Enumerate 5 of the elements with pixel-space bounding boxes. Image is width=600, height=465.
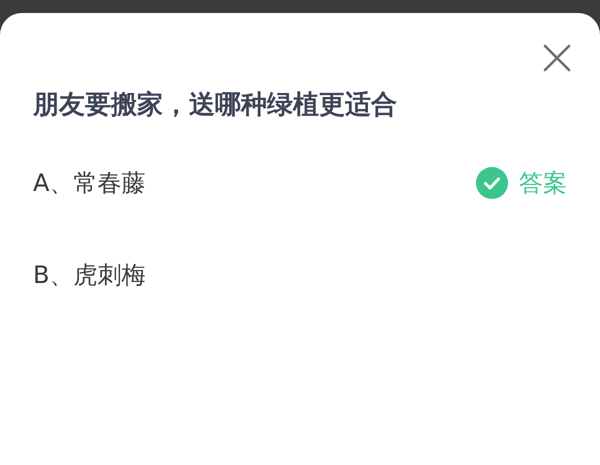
question-title: 朋友要搬家，送哪种绿植更适合 bbox=[33, 89, 398, 122]
option-label[interactable]: B、虎刺梅 bbox=[33, 259, 567, 291]
option-label[interactable]: A、常春藤 bbox=[33, 167, 476, 199]
close-button[interactable] bbox=[542, 43, 572, 73]
answer-tag: 答案 bbox=[519, 167, 567, 199]
